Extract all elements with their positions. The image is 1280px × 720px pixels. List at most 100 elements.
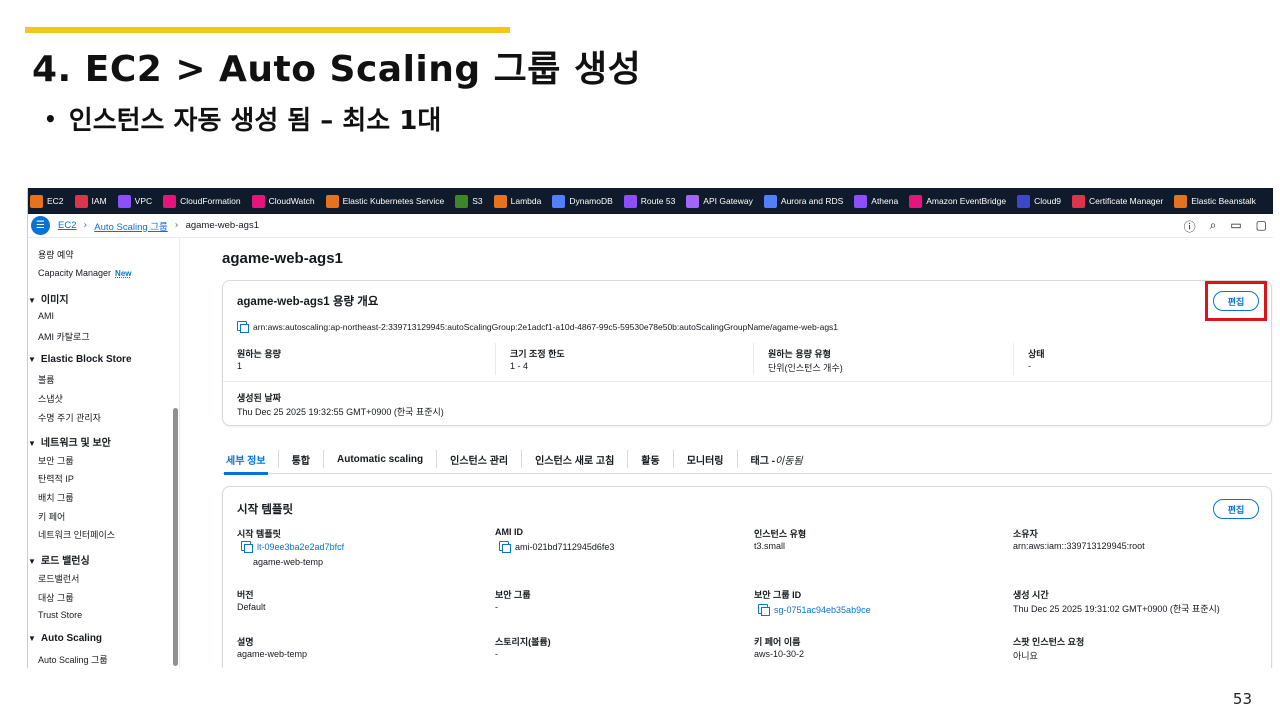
tab-instance-management[interactable]: 인스턴스 관리 bbox=[450, 444, 508, 474]
service-shortcut[interactable]: Elastic Kubernetes Service bbox=[325, 194, 444, 208]
settings-icon[interactable]: ▢ bbox=[1256, 218, 1267, 235]
sidebar-item-ami-catalog[interactable]: AMI 카탈로그 bbox=[38, 330, 90, 343]
security-group-id-link[interactable]: sg-0751ac94eb35ab9ce bbox=[758, 604, 871, 616]
creation-time-value: Thu Dec 25 2025 19:31:02 GMT+0900 (한국 표준… bbox=[1013, 604, 1220, 614]
sidebar-item-ami[interactable]: AMI bbox=[38, 311, 54, 321]
feedback-icon[interactable]: ⌕ bbox=[1210, 218, 1217, 235]
service-shortcut[interactable]: IAM bbox=[74, 194, 107, 208]
service-shortcut[interactable]: Elastic Beanstalk bbox=[1174, 194, 1256, 208]
info-icon[interactable]: ⓘ bbox=[1184, 218, 1196, 235]
created-date-label: 생성된 날짜 bbox=[237, 393, 281, 403]
service-shortcut[interactable]: Amazon EventBridge bbox=[909, 194, 1006, 208]
tab-monitoring[interactable]: 모니터링 bbox=[687, 444, 724, 474]
sidebar-section-auto-scaling[interactable]: ▼ Auto Scaling bbox=[28, 633, 102, 644]
sidebar-scrollbar[interactable] bbox=[173, 408, 178, 666]
scaling-limits-value: 1 - 4 bbox=[510, 361, 529, 371]
service-shortcut-label: CloudFormation bbox=[180, 196, 241, 206]
service-shortcut-label: Lambda bbox=[510, 196, 542, 206]
tab-automatic-scaling[interactable]: Automatic scaling bbox=[337, 444, 423, 474]
ami-label: AMI ID bbox=[495, 527, 523, 537]
tab-integrations[interactable]: 통합 bbox=[292, 444, 310, 474]
service-shortcut[interactable]: VPC bbox=[117, 194, 152, 208]
asg-arn: arn:aws:autoscaling:ap-northeast-2:33971… bbox=[237, 321, 838, 333]
sidebar-item-placement-groups[interactable]: 배치 그룹 bbox=[38, 491, 74, 504]
iam-icon bbox=[74, 194, 88, 208]
ami-value: ami-021bd7112945d6fe3 bbox=[499, 541, 615, 553]
sidebar-section-images[interactable]: ▼ 이미지 bbox=[28, 291, 69, 306]
notifications-icon[interactable]: ▭ bbox=[1230, 218, 1241, 235]
service-shortcut[interactable]: Route 53 bbox=[623, 194, 675, 208]
owner-label: 소유자 bbox=[1013, 529, 1038, 539]
tab-details[interactable]: 세부 정보 bbox=[224, 444, 268, 475]
copy-icon[interactable] bbox=[241, 541, 253, 553]
service-shortcut[interactable]: EC2 bbox=[30, 194, 64, 208]
copy-icon[interactable] bbox=[758, 604, 770, 616]
menu-icon[interactable]: ☰ bbox=[31, 216, 50, 235]
breadcrumb-asg[interactable]: Auto Scaling 그룹 bbox=[94, 219, 167, 233]
sidebar-item-lifecycle[interactable]: 수명 주기 관리자 bbox=[38, 411, 101, 424]
sidebar-section-network[interactable]: ▼ 네트워크 및 보안 bbox=[28, 434, 111, 449]
breadcrumb-current: agame-web-ags1 bbox=[185, 220, 259, 231]
sidebar-item-capacity-manager[interactable]: Capacity Manager New bbox=[38, 268, 132, 278]
s3-icon bbox=[455, 194, 469, 208]
tab-divider bbox=[436, 449, 438, 468]
divider bbox=[495, 343, 496, 375]
security-group-id-label: 보안 그룹 ID bbox=[754, 590, 802, 600]
ami-value-text: ami-021bd7112945d6fe3 bbox=[515, 542, 615, 552]
version-value: Default bbox=[237, 602, 266, 612]
tab-tags[interactable]: 태그 - 이동됨 bbox=[751, 444, 803, 474]
description-label: 설명 bbox=[237, 637, 254, 647]
service-shortcut[interactable]: Certificate Manager bbox=[1072, 194, 1163, 208]
service-shortcut[interactable]: Lambda bbox=[493, 194, 542, 208]
service-shortcut-label: CloudWatch bbox=[268, 196, 315, 206]
service-shortcut[interactable]: Aurora and RDS bbox=[763, 194, 843, 208]
created-date-value: Thu Dec 25 2025 19:32:55 GMT+0900 (한국 표준… bbox=[237, 407, 444, 417]
lambda-icon bbox=[493, 194, 507, 208]
breadcrumb-ec2[interactable]: EC2 bbox=[58, 220, 76, 231]
key-pair-value: aws-10-30-2 bbox=[754, 649, 805, 659]
dynamodb-icon bbox=[552, 194, 566, 208]
service-shortcut[interactable]: S3 bbox=[455, 194, 483, 208]
sidebar-item-capacity-reservation[interactable]: 용량 예약 bbox=[38, 248, 74, 261]
tab-divider bbox=[323, 449, 324, 468]
copy-icon[interactable] bbox=[237, 321, 249, 333]
eventbridge-icon bbox=[909, 194, 923, 208]
lt-id-link[interactable]: lt-09ee3ba2e2ad7bfcf bbox=[241, 541, 344, 553]
ec2-icon bbox=[30, 194, 43, 208]
sidebar-section-label: Auto Scaling bbox=[40, 633, 103, 644]
service-shortcut-label: Cloud9 bbox=[1034, 196, 1062, 206]
copy-icon[interactable] bbox=[499, 541, 511, 553]
sidebar-item-elastic-ip[interactable]: 탄력적 IP bbox=[38, 472, 74, 485]
service-shortcut[interactable]: Cloud9 bbox=[1017, 194, 1062, 208]
service-shortcut[interactable]: Athena bbox=[854, 194, 898, 208]
sidebar-item-security-groups[interactable]: 보안 그룹 bbox=[38, 454, 74, 467]
service-shortcut[interactable]: CloudFormation bbox=[163, 194, 241, 208]
desired-capacity-value: 1 bbox=[237, 361, 243, 371]
sidebar-section-label: 로드 밸런싱 bbox=[40, 556, 90, 567]
service-shortcut[interactable]: API Gateway bbox=[686, 194, 753, 208]
service-shortcut[interactable]: CloudWatch bbox=[251, 194, 315, 208]
tab-instance-refresh[interactable]: 인스턴스 새로 고침 bbox=[535, 444, 614, 474]
sidebar-item-load-balancers[interactable]: 로드밸런서 bbox=[38, 572, 79, 585]
highlight-box bbox=[1205, 281, 1267, 321]
sidebar-item-volumes[interactable]: 볼륨 bbox=[38, 373, 55, 386]
sidebar-item-asg[interactable]: Auto Scaling 그룹 bbox=[38, 653, 108, 666]
sidebar-section-ebs[interactable]: ▼ Elastic Block Store bbox=[28, 354, 132, 365]
console-screenshot: EC2 IAM VPC CloudFormation CloudWatch Elastic… bbox=[27, 188, 1273, 668]
accent-bar bbox=[25, 27, 510, 33]
api-gateway-icon bbox=[686, 194, 700, 208]
sidebar-item-trust-store[interactable]: Trust Store bbox=[38, 610, 82, 620]
sidebar-item-target-groups[interactable]: 대상 그룹 bbox=[38, 591, 74, 604]
sidebar-item-network-interfaces[interactable]: 네트워크 인터페이스 bbox=[38, 528, 115, 541]
service-shortcut-bar: EC2 IAM VPC CloudFormation CloudWatch Elastic… bbox=[28, 188, 1273, 214]
scaling-limits-label: 크기 조정 한도 bbox=[510, 349, 565, 359]
sidebar-item-snapshots[interactable]: 스냅샷 bbox=[38, 392, 63, 405]
status-label: 상태 bbox=[1028, 349, 1045, 359]
edit-launch-template-button[interactable]: 편집 bbox=[1213, 499, 1259, 519]
tab-activity[interactable]: 활동 bbox=[641, 444, 659, 474]
service-shortcut[interactable]: DynamoDB bbox=[552, 194, 613, 208]
sidebar-item-key-pairs[interactable]: 키 페어 bbox=[38, 510, 65, 523]
divider bbox=[753, 343, 754, 375]
owner-value: arn:aws:iam::339713129945:root bbox=[1013, 541, 1145, 551]
sidebar-section-load-balancing[interactable]: ▼ 로드 밸런싱 bbox=[28, 552, 90, 567]
